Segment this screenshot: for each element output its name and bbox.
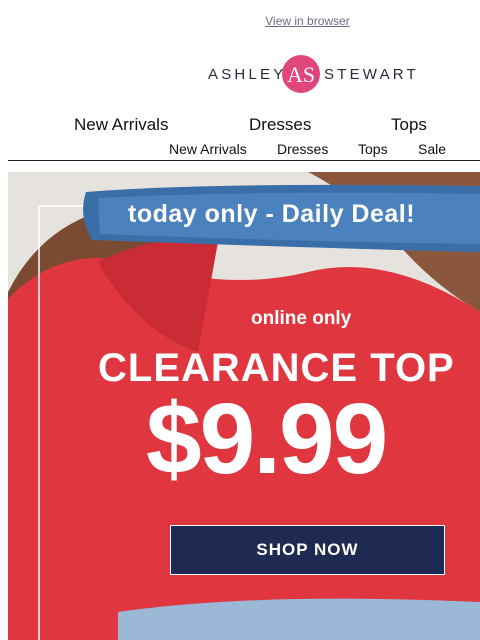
svg-text:AS: AS <box>287 62 315 87</box>
shop-now-button[interactable]: SHOP NOW <box>170 525 445 575</box>
view-in-browser-link[interactable]: View in browser <box>0 14 480 28</box>
deal-price: $9.99 <box>146 383 388 495</box>
logo-text-right: STEWART <box>324 66 419 83</box>
subnav-new-arrivals[interactable]: New Arrivals <box>169 141 247 157</box>
nav-divider <box>8 160 480 161</box>
logo-monogram-icon: AS <box>282 55 320 93</box>
online-only-label: online only <box>251 308 352 329</box>
subnav-dresses[interactable]: Dresses <box>277 141 328 157</box>
nav-new-arrivals[interactable]: New Arrivals <box>74 115 168 135</box>
subnav-sale[interactable]: Sale <box>418 141 446 157</box>
nav-dresses[interactable]: Dresses <box>249 115 311 135</box>
subnav-tops[interactable]: Tops <box>358 141 388 157</box>
logo-text-left: ASHLEY <box>208 66 287 83</box>
daily-deal-headline: today only - Daily Deal! <box>128 200 416 228</box>
ashley-stewart-logo[interactable]: ASHLEY AS STEWART <box>208 52 416 96</box>
nav-tops[interactable]: Tops <box>391 115 427 135</box>
